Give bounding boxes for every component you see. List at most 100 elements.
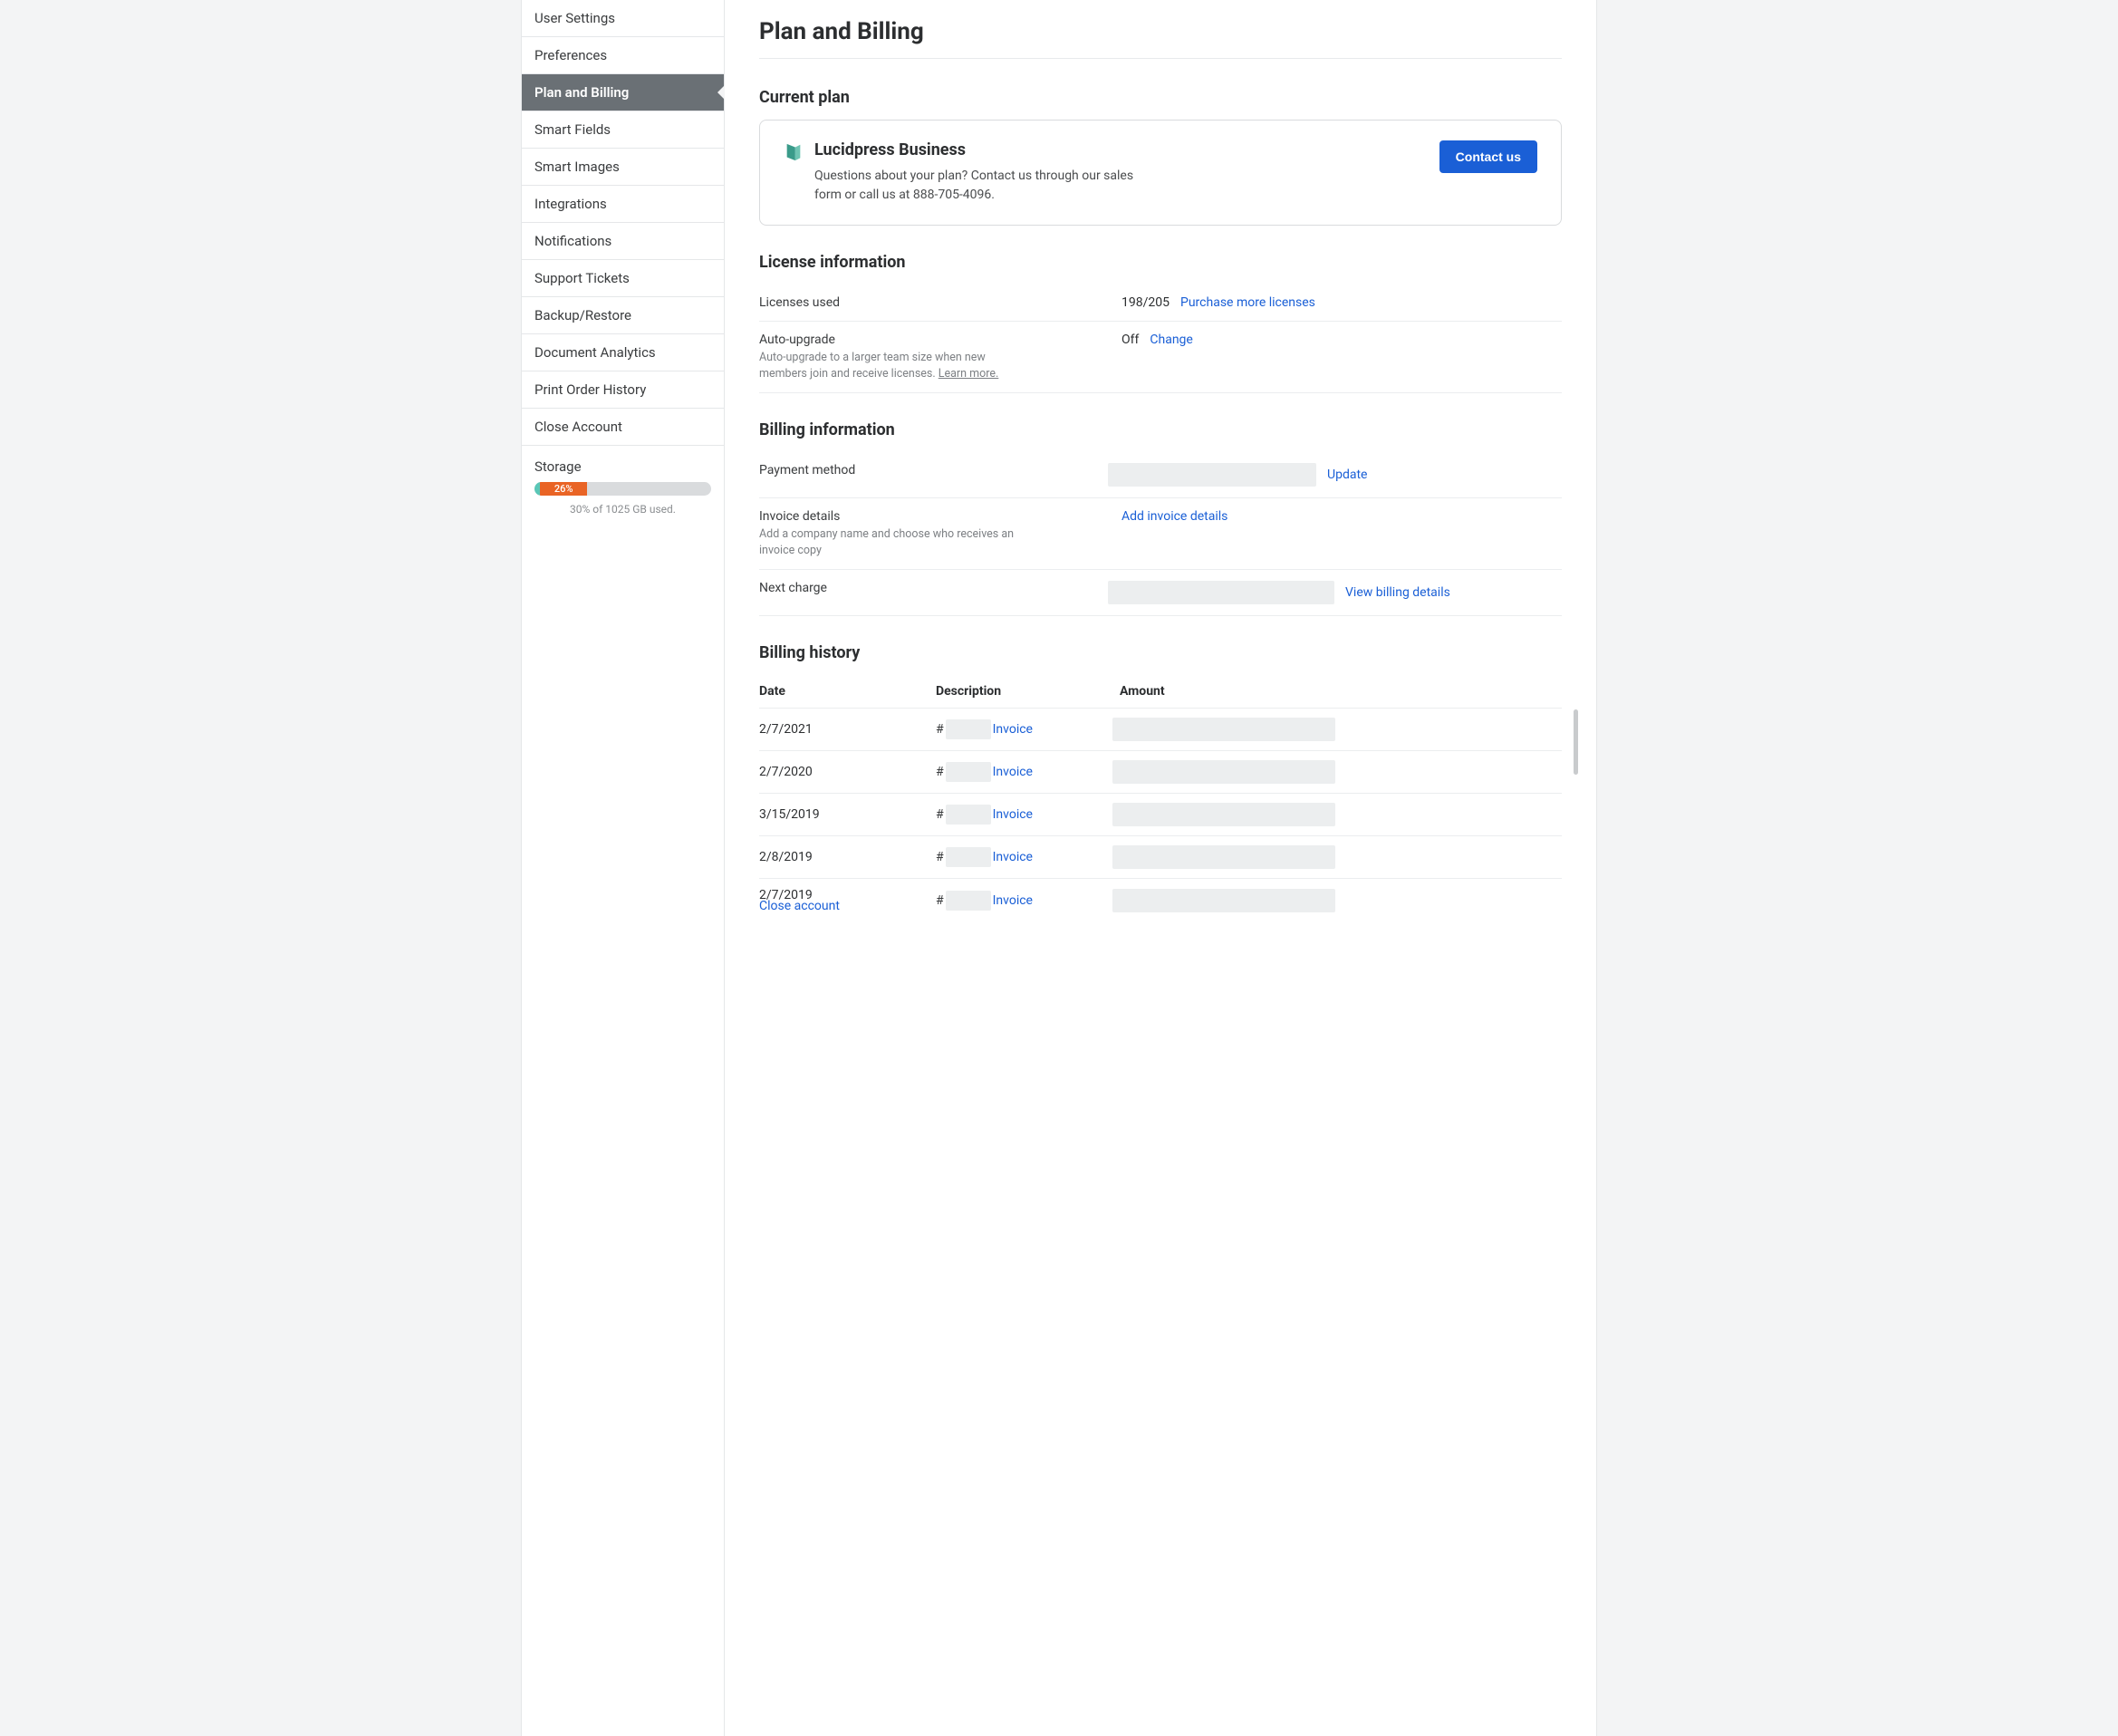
sidebar-item-document-analytics[interactable]: Document Analytics [522, 334, 724, 371]
col-header-description: Description [936, 684, 1112, 699]
section-title-current-plan: Current plan [759, 88, 1562, 107]
learn-more-link[interactable]: Learn more. [939, 367, 999, 381]
cell-date: 2/7/2021 [759, 722, 936, 737]
invoice-hash: # [936, 807, 944, 822]
cell-date: 2/7/2020 [759, 765, 936, 779]
storage-title: Storage [534, 458, 711, 475]
lucidpress-logo-icon [784, 142, 804, 162]
contact-us-button[interactable]: Contact us [1439, 140, 1537, 173]
payment-method-redacted [1108, 463, 1316, 487]
sidebar-item-label: Close Account [534, 419, 622, 435]
sidebar-item-integrations[interactable]: Integrations [522, 186, 724, 223]
invoice-hash: # [936, 850, 944, 864]
next-charge-redacted [1108, 581, 1334, 604]
auto-upgrade-value: Off [1122, 333, 1139, 347]
sidebar-item-support-tickets[interactable]: Support Tickets [522, 260, 724, 297]
sidebar-item-preferences[interactable]: Preferences [522, 37, 724, 74]
invoice-link[interactable]: Invoice [993, 893, 1033, 908]
table-row: 2/7/2020 # Invoice [759, 751, 1562, 794]
sidebar-item-label: Document Analytics [534, 344, 656, 361]
row-licenses-used: Licenses used 198/205 Purchase more lice… [759, 285, 1562, 322]
scrollbar-thumb[interactable] [1574, 709, 1578, 775]
auto-upgrade-sublabel: Auto-upgrade to a larger team size when … [759, 350, 1031, 381]
sidebar-item-label: Smart Fields [534, 121, 611, 138]
sidebar: User Settings Preferences Plan and Billi… [521, 0, 725, 1736]
cell-description: # Invoice [936, 847, 1112, 867]
sidebar-item-label: Notifications [534, 233, 611, 249]
amount-redacted [1112, 718, 1335, 741]
sidebar-item-label: Smart Images [534, 159, 620, 175]
table-header: Date Description Amount [759, 675, 1562, 709]
sidebar-item-label: Preferences [534, 47, 607, 63]
invoice-link[interactable]: Invoice [993, 850, 1033, 864]
storage-caption: 30% of 1025 GB used. [534, 503, 711, 516]
update-payment-link[interactable]: Update [1327, 468, 1367, 482]
cell-date: 2/8/2019 [759, 850, 936, 864]
table-row: 3/15/2019 # Invoice [759, 794, 1562, 836]
invoice-number-redacted [946, 805, 991, 825]
storage-block: Storage 26% 30% of 1025 GB used. [522, 446, 724, 528]
sidebar-item-close-account[interactable]: Close Account [522, 409, 724, 446]
amount-redacted [1112, 845, 1335, 869]
invoice-details-sublabel: Add a company name and choose who receiv… [759, 526, 1031, 558]
invoice-hash: # [936, 765, 944, 779]
invoice-hash: # [936, 722, 944, 737]
licenses-used-value: 198/205 [1122, 295, 1170, 310]
table-row: 2/8/2019 # Invoice [759, 836, 1562, 879]
amount-redacted [1112, 803, 1335, 826]
invoice-link[interactable]: Invoice [993, 807, 1033, 822]
change-auto-upgrade-link[interactable]: Change [1150, 333, 1192, 347]
row-payment-method: Payment method Update [759, 452, 1562, 498]
row-invoice-details: Invoice details Add a company name and c… [759, 498, 1562, 570]
view-billing-details-link[interactable]: View billing details [1345, 585, 1450, 600]
sidebar-item-label: Integrations [534, 196, 607, 212]
add-invoice-details-link[interactable]: Add invoice details [1122, 509, 1227, 524]
invoice-hash: # [936, 893, 944, 908]
invoice-number-redacted [946, 847, 991, 867]
billing-history-table: Date Description Amount 2/7/2021 # Invoi… [759, 675, 1562, 922]
section-title-billing-history: Billing history [759, 643, 1562, 662]
sidebar-item-print-order-history[interactable]: Print Order History [522, 371, 724, 409]
plan-description: Questions about your plan? Contact us th… [814, 167, 1159, 205]
cell-description: # Invoice [936, 762, 1112, 782]
plan-name: Lucidpress Business [814, 140, 1159, 159]
payment-method-label: Payment method [759, 463, 1108, 477]
auto-upgrade-label: Auto-upgrade [759, 333, 1122, 347]
invoice-details-label: Invoice details [759, 509, 1122, 524]
main-content: Plan and Billing Current plan Lucidpress… [725, 0, 1597, 1736]
invoice-number-redacted [946, 719, 991, 739]
page-title: Plan and Billing [759, 18, 1562, 59]
close-account-link[interactable]: Close account [759, 899, 936, 913]
sidebar-item-backup-restore[interactable]: Backup/Restore [522, 297, 724, 334]
row-next-charge: Next charge View billing details [759, 570, 1562, 616]
sidebar-item-smart-fields[interactable]: Smart Fields [522, 111, 724, 149]
storage-segment-orange: 26% [540, 482, 588, 496]
cell-description: # Invoice [936, 719, 1112, 739]
purchase-more-licenses-link[interactable]: Purchase more licenses [1180, 295, 1315, 310]
sidebar-item-notifications[interactable]: Notifications [522, 223, 724, 260]
cell-description: # Invoice [936, 805, 1112, 825]
section-title-license-info: License information [759, 253, 1562, 272]
table-row: 2/7/2019 Close account # Invoice [759, 879, 1562, 922]
sidebar-item-plan-and-billing[interactable]: Plan and Billing [522, 74, 724, 111]
invoice-link[interactable]: Invoice [993, 722, 1033, 737]
amount-redacted [1112, 889, 1335, 912]
invoice-number-redacted [946, 891, 991, 911]
next-charge-label: Next charge [759, 581, 1108, 595]
table-row: 2/7/2021 # Invoice [759, 709, 1562, 751]
invoice-number-redacted [946, 762, 991, 782]
invoice-link[interactable]: Invoice [993, 765, 1033, 779]
cell-date: 3/15/2019 [759, 807, 936, 822]
sidebar-item-label: Backup/Restore [534, 307, 631, 323]
cell-description: # Invoice [936, 891, 1112, 911]
sidebar-item-label: Print Order History [534, 381, 646, 398]
plan-card: Lucidpress Business Questions about your… [759, 120, 1562, 226]
cell-date: 2/7/2019 Close account [759, 888, 936, 913]
amount-redacted [1112, 760, 1335, 784]
sidebar-item-smart-images[interactable]: Smart Images [522, 149, 724, 186]
sidebar-item-label: User Settings [534, 10, 615, 26]
col-header-amount: Amount [1112, 684, 1562, 699]
sidebar-item-user-settings[interactable]: User Settings [522, 0, 724, 37]
licenses-used-label: Licenses used [759, 295, 1122, 310]
section-title-billing-info: Billing information [759, 420, 1562, 439]
